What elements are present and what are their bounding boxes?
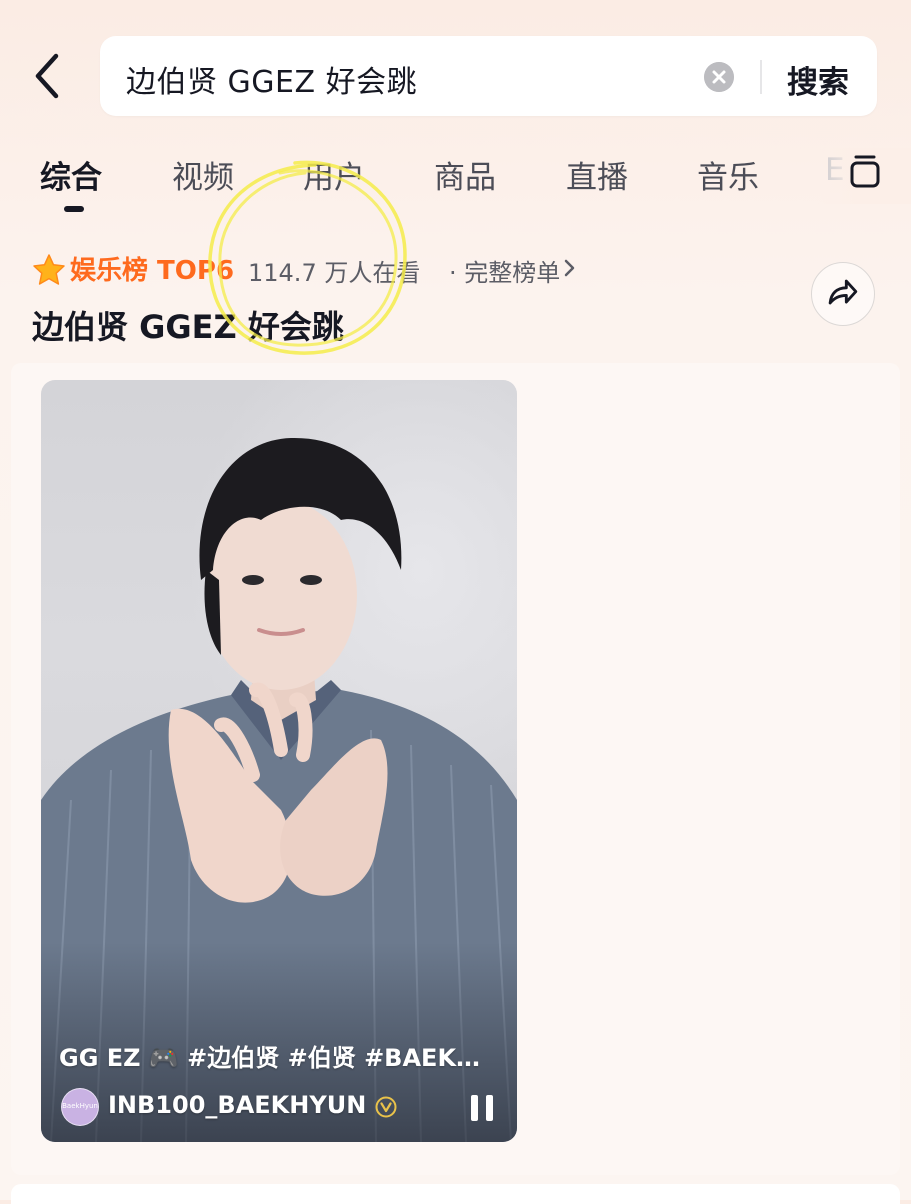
full-list-link[interactable]: · 完整榜单 [449,253,560,288]
clear-icon[interactable] [704,62,734,92]
share-icon [828,279,858,305]
pause-icon[interactable] [469,1093,495,1123]
share-button[interactable] [811,262,875,326]
tab-users[interactable]: 用户 [303,152,365,197]
video-caption[interactable]: GG EZ 🎮 #边伯贤 #伯贤 #BAEK… [59,1038,480,1073]
search-input[interactable]: 边伯贤 GGEZ 好会跳 [126,57,417,101]
star-icon [33,254,65,285]
tab-video[interactable]: 视频 [172,152,234,197]
search-button[interactable]: 搜索 [787,57,849,102]
chevron-right-icon[interactable] [563,258,577,278]
search-divider [760,60,762,94]
verified-icon [375,1096,397,1118]
tab-products[interactable]: 商品 [434,152,496,197]
back-button[interactable] [26,50,70,102]
video-card[interactable]: GG EZ 🎮 #边伯贤 #伯贤 #BAEK… BaekHyun INB100_… [41,380,517,1142]
tab-music[interactable]: 音乐 [697,152,759,197]
avatar-text: BaekHyun [62,1102,98,1110]
tab-live[interactable]: 直播 [566,152,628,197]
result-title[interactable]: 边伯贤 GGEZ 好会跳 [32,302,344,348]
active-tab-indicator [64,206,84,212]
back-arrow-icon [35,53,59,99]
viewer-count: 114.7 万人在看 [248,259,421,287]
avatar[interactable]: BaekHyun [61,1088,99,1126]
search-box[interactable]: 边伯贤 GGEZ 好会跳 搜索 [100,36,877,116]
layout-toggle-icon[interactable] [848,154,882,190]
next-card-edge [11,1184,900,1204]
tab-comprehensive[interactable]: 综合 [40,152,102,197]
ranking-label[interactable]: 娱乐榜 TOP6 [70,250,234,287]
author-name[interactable]: INB100_BAEKHYUN [108,1091,366,1119]
